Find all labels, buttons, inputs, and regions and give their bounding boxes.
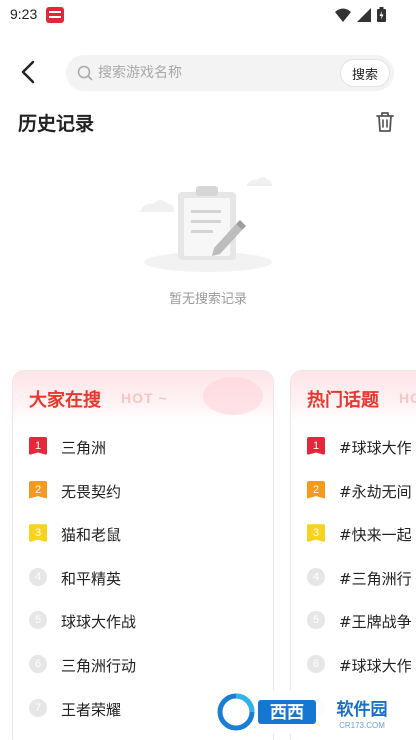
hot-search-item[interactable]: 1 三角洲 <box>13 425 273 469</box>
status-time: 9:23 <box>10 6 38 22</box>
watermark-logo: 西西 软件园 CR173.COM <box>214 690 416 734</box>
hot-topic-label: #球球大作 <box>339 439 412 457</box>
rank-badge: 3 <box>29 524 47 543</box>
status-bar: 9:23 <box>0 0 416 30</box>
hot-topics-card: 热门话题 HO 1 #球球大作 2 #永劫无间 3 #快来一起 4 #三角洲行 5 #王牌… <box>290 370 416 740</box>
hot-search-item[interactable]: 2 无畏契约 <box>13 469 273 513</box>
hot-topic-label: #球球大作 <box>339 656 412 675</box>
rank-badge: 6 <box>29 654 47 673</box>
back-button[interactable] <box>14 58 42 86</box>
hot-topic-label: #快来一起 <box>339 526 412 545</box>
rank-badge: 1 <box>29 437 47 455</box>
hot-search-card: 大家在搜 HOT ~ 1 三角洲 2 无畏契约 3 猫和老鼠 4 和平精英 5 球球大作战… <box>12 370 274 740</box>
search-box: 搜索 <box>66 55 394 91</box>
hot-search-label: 猫和老鼠 <box>61 526 122 545</box>
rank-badge: 2 <box>29 480 47 499</box>
hot-search-title: 大家在搜 <box>29 390 101 411</box>
rank-badge: 6 <box>307 654 325 673</box>
hot-search-item[interactable]: 3 猫和老鼠 <box>13 512 273 556</box>
battery-icon <box>377 7 386 22</box>
hot-topics-title: 热门话题 <box>307 390 379 411</box>
search-header: 搜索 <box>0 52 416 92</box>
signal-icon <box>357 7 371 22</box>
hot-topic-item[interactable]: 3 #快来一起 <box>291 512 416 556</box>
rank-badge: 3 <box>307 524 325 543</box>
rank-badge: 1 <box>307 437 325 455</box>
hot-topic-label: #王牌战争 <box>339 613 412 632</box>
hot-search-item[interactable]: 5 球球大作战 <box>13 599 273 643</box>
search-input[interactable] <box>98 55 328 91</box>
hot-search-header: 大家在搜 HOT ~ <box>13 371 273 423</box>
hot-search-list: 1 三角洲 2 无畏契约 3 猫和老鼠 4 和平精英 5 球球大作战 6 三角洲行动 7 王者… <box>13 425 273 730</box>
rank-badge: 5 <box>29 611 47 630</box>
hot-search-label: 三角洲 <box>61 439 107 457</box>
rank-badge: 2 <box>307 480 325 499</box>
svg-text:西西: 西西 <box>270 703 304 723</box>
hot-topic-item[interactable]: 6 #球球大作 <box>291 643 416 687</box>
trash-icon <box>376 112 394 132</box>
ranking-cards: 大家在搜 HOT ~ 1 三角洲 2 无畏契约 3 猫和老鼠 4 和平精英 5 球球大作战… <box>12 370 416 740</box>
hot-topic-item[interactable]: 4 #三角洲行 <box>291 556 416 600</box>
svg-text:软件园: 软件园 <box>337 699 388 720</box>
status-icons <box>335 7 386 22</box>
empty-history-text: 暂无搜索记录 <box>168 292 247 307</box>
hot-search-item[interactable]: 4 和平精英 <box>13 556 273 600</box>
rank-badge: 4 <box>307 567 325 586</box>
clear-history-button[interactable] <box>374 110 396 134</box>
wifi-icon <box>335 8 351 22</box>
hot-search-label: 无畏契约 <box>61 482 122 501</box>
hot-search-label: 王者荣耀 <box>61 700 122 719</box>
hot-topics-header: 热门话题 HO <box>291 371 416 423</box>
hot-search-label: 球球大作战 <box>61 613 137 632</box>
search-icon <box>77 65 93 81</box>
app-notification-icon <box>46 7 64 23</box>
hot-search-label: 三角洲行动 <box>61 656 137 675</box>
hot-topic-item[interactable]: 5 #王牌战争 <box>291 599 416 643</box>
hot-topic-label: #永劫无间 <box>339 482 412 501</box>
hot-topics-tag: HO <box>399 390 416 406</box>
empty-history: 暂无搜索记录 <box>0 170 416 310</box>
back-arrow-icon <box>21 60 35 84</box>
hot-topic-item[interactable]: 2 #永劫无间 <box>291 469 416 513</box>
hot-search-label: 和平精英 <box>61 569 122 588</box>
rank-badge: 4 <box>29 567 47 586</box>
history-title: 历史记录 <box>18 113 95 135</box>
hot-search-item[interactable]: 6 三角洲行动 <box>13 643 273 687</box>
svg-text:CR173.COM: CR173.COM <box>339 721 385 730</box>
hot-topic-label: #三角洲行 <box>339 569 412 588</box>
search-button[interactable]: 搜索 <box>340 59 390 87</box>
hot-search-tag: HOT ~ <box>121 390 168 406</box>
hot-topics-list: 1 #球球大作 2 #永劫无间 3 #快来一起 4 #三角洲行 5 #王牌战争 6 #球球大… <box>291 425 416 730</box>
rank-badge: 5 <box>307 611 325 630</box>
empty-clipboard-illustration <box>140 177 272 272</box>
hot-topic-item[interactable]: 1 #球球大作 <box>291 425 416 469</box>
rank-badge: 7 <box>29 698 47 717</box>
